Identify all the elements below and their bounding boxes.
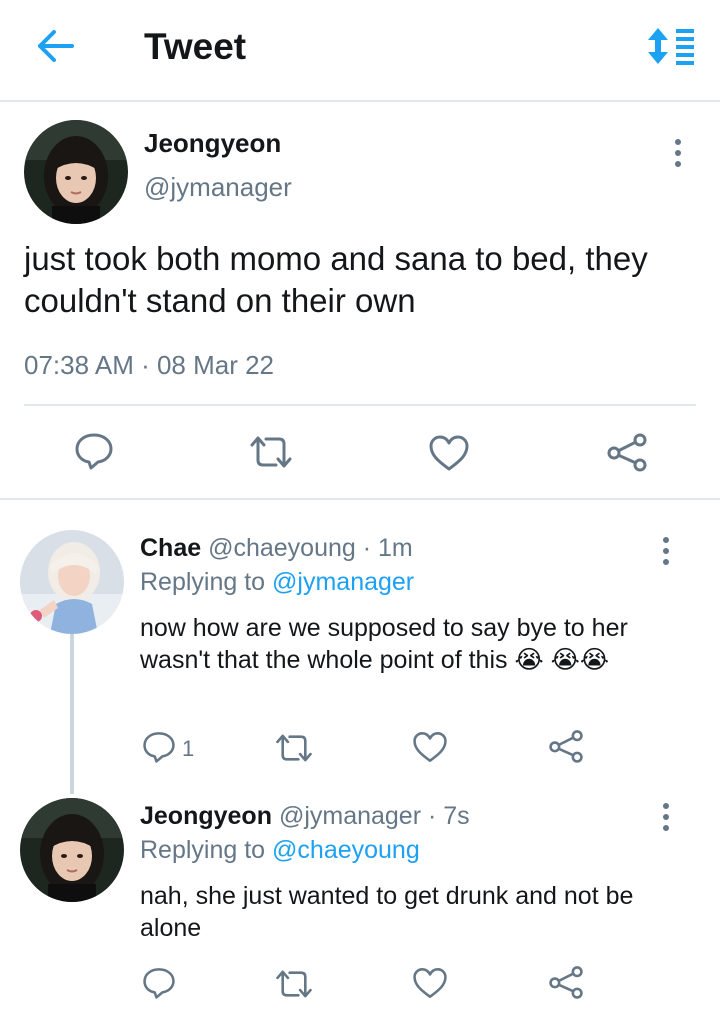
- more-options-icon[interactable]: [656, 534, 676, 570]
- avatar[interactable]: [20, 798, 124, 902]
- reply-icon[interactable]: [142, 730, 176, 769]
- reply-icon[interactable]: [74, 432, 114, 475]
- reply-meta: @jymanager · 7s: [278, 802, 470, 830]
- mention-link[interactable]: @chaeyoung: [272, 836, 420, 864]
- like-icon[interactable]: [412, 966, 448, 1005]
- top-bar: Tweet: [0, 0, 720, 102]
- tweet-text: just took both momo and sana to bed, the…: [24, 240, 648, 319]
- retweet-icon[interactable]: [274, 732, 314, 769]
- reply-text: now how are we supposed to say bye to he…: [140, 614, 628, 674]
- mention-link[interactable]: @jymanager: [272, 568, 414, 596]
- author-handle[interactable]: @jymanager: [144, 172, 292, 203]
- retweet-icon[interactable]: [274, 968, 314, 1005]
- avatar[interactable]: [20, 530, 124, 634]
- crying-emoji: 😭: [514, 646, 544, 674]
- share-icon[interactable]: [548, 728, 584, 769]
- reply-icon[interactable]: [142, 966, 176, 1005]
- back-arrow-icon[interactable]: [36, 28, 76, 64]
- crying-emoji: 😭: [579, 646, 610, 674]
- reply-author-name[interactable]: Chae: [140, 534, 201, 562]
- reply-text: nah, she just wanted to get drunk and no…: [140, 882, 634, 942]
- thread-line: [70, 634, 74, 794]
- sort-icon[interactable]: [648, 26, 696, 66]
- reply-header[interactable]: Chae @chaeyoung · 1m: [140, 534, 413, 563]
- more-options-icon[interactable]: [656, 800, 676, 836]
- like-icon[interactable]: [412, 730, 448, 769]
- replying-to: Replying to @jymanager: [140, 568, 415, 596]
- reply-author-name[interactable]: Jeongyeon: [140, 802, 272, 830]
- more-options-icon[interactable]: [668, 136, 688, 172]
- reply-header[interactable]: Jeongyeon @jymanager · 7s: [140, 802, 470, 831]
- share-icon[interactable]: [606, 432, 648, 477]
- share-icon[interactable]: [548, 964, 584, 1005]
- author-name[interactable]: Jeongyeon: [144, 128, 281, 159]
- divider: [24, 404, 696, 406]
- tweet-timestamp: 07:38 AM · 08 Mar 22: [24, 350, 275, 380]
- reply-count: 1: [182, 736, 195, 761]
- crying-emoji: 😭: [550, 646, 580, 674]
- replying-to: Replying to @chaeyoung: [140, 836, 420, 864]
- reply-meta: @chaeyoung · 1m: [208, 534, 413, 562]
- like-icon[interactable]: [428, 434, 470, 477]
- main-tweet: Jeongyeon @jymanager just took both momo…: [0, 104, 720, 500]
- avatar[interactable]: [24, 120, 128, 224]
- page-title: Tweet: [144, 26, 247, 67]
- retweet-icon[interactable]: [248, 434, 294, 475]
